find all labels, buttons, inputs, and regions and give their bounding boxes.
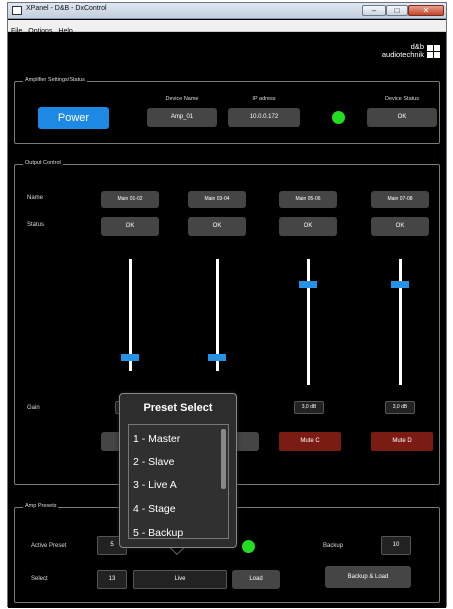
preset-list[interactable]: 1 - Master 2 - Slave 3 - Live A 4 - Stag…: [128, 424, 229, 539]
preset-item-3[interactable]: 3 - Live A: [133, 479, 177, 491]
preset-select-title: Preset Select: [143, 402, 213, 414]
preset-select-popup: Preset Select 1 - Master 2 - Slave 3 - L…: [119, 393, 237, 548]
channel-4-name[interactable]: Main 07-08: [371, 191, 429, 208]
preset-status-led: [242, 540, 255, 553]
device-name-header: Device Name: [165, 96, 199, 102]
power-button[interactable]: Power: [38, 107, 109, 129]
load-button[interactable]: Load: [232, 570, 280, 589]
channel-4-mute-button[interactable]: Mute D: [371, 432, 433, 451]
preset-item-4[interactable]: 4 - Stage: [133, 503, 176, 515]
channel-2-fader-knob[interactable]: [208, 354, 226, 361]
preset-item-1[interactable]: 1 - Master: [133, 433, 180, 445]
gain-row-label: Gain: [27, 405, 40, 411]
channel-3-gain[interactable]: 3,0 dB: [294, 401, 324, 414]
channel-1-fader-knob[interactable]: [121, 354, 139, 361]
popup-pointer-inner: [171, 548, 183, 554]
select-preset-number[interactable]: 13: [97, 570, 127, 589]
close-button[interactable]: ✕: [408, 5, 444, 16]
brand-logo: d&b audiotechnik: [382, 43, 424, 59]
output-control-legend: Output Control: [23, 160, 63, 166]
ip-address-header: IP adress: [252, 96, 276, 102]
channel-3-fader-knob[interactable]: [299, 281, 317, 288]
channel-4-fader-knob[interactable]: [391, 281, 409, 288]
device-name-field[interactable]: Amp_01: [147, 108, 217, 127]
logo-squares-icon: [427, 45, 440, 58]
backup-label: Backup: [323, 543, 344, 549]
device-status-button[interactable]: OK: [367, 108, 437, 127]
channel-3-fader-track: [307, 259, 310, 385]
title-bar: XPanel - D&B - DxControl – □ ✕: [8, 3, 446, 19]
channel-3-status[interactable]: OK: [279, 217, 337, 236]
device-status-header: Device Status: [385, 96, 419, 102]
select-label: Select: [31, 576, 48, 582]
active-preset-label: Active Preset: [31, 543, 67, 549]
preset-item-2[interactable]: 2 - Slave: [133, 456, 174, 468]
status-row-label: Status: [27, 222, 45, 228]
logo-line-2: audiotechnik: [381, 50, 424, 59]
name-row-label: Name: [27, 195, 44, 201]
channel-4-status[interactable]: OK: [371, 217, 429, 236]
channel-3-mute-button[interactable]: Mute C: [279, 432, 341, 451]
preset-list-scrollbar[interactable]: [221, 429, 226, 489]
connection-led: [332, 111, 345, 124]
channel-1-name[interactable]: Main 01-02: [101, 191, 159, 208]
channel-1-status[interactable]: OK: [101, 217, 159, 236]
amp-presets-legend: Amp Presets: [23, 503, 59, 509]
maximize-button[interactable]: □: [386, 5, 408, 16]
minimize-button[interactable]: –: [362, 5, 386, 16]
app-icon: [12, 6, 22, 15]
channel-2-status[interactable]: OK: [188, 217, 246, 236]
channel-4-fader-track: [399, 259, 402, 385]
select-preset-dropdown[interactable]: Live: [133, 570, 227, 589]
window-title: XPanel - D&B - DxControl: [26, 5, 107, 12]
channel-3-name[interactable]: Main 05-06: [279, 191, 337, 208]
amp-settings-group: Amplifier Settings/Status Power Device N…: [14, 77, 440, 144]
menu-bar: File Options Help: [8, 20, 446, 35]
channel-2-name[interactable]: Main 03-04: [188, 191, 246, 208]
backup-field[interactable]: 10: [381, 536, 411, 555]
channel-4-gain[interactable]: 3,0 dB: [385, 401, 415, 414]
ip-address-field[interactable]: 10.0.0.172: [228, 108, 300, 127]
amp-settings-legend: Amplifier Settings/Status: [23, 77, 87, 83]
backup-load-button[interactable]: Backup & Load: [325, 566, 411, 588]
preset-item-5[interactable]: 5 - Backup: [133, 527, 183, 538]
